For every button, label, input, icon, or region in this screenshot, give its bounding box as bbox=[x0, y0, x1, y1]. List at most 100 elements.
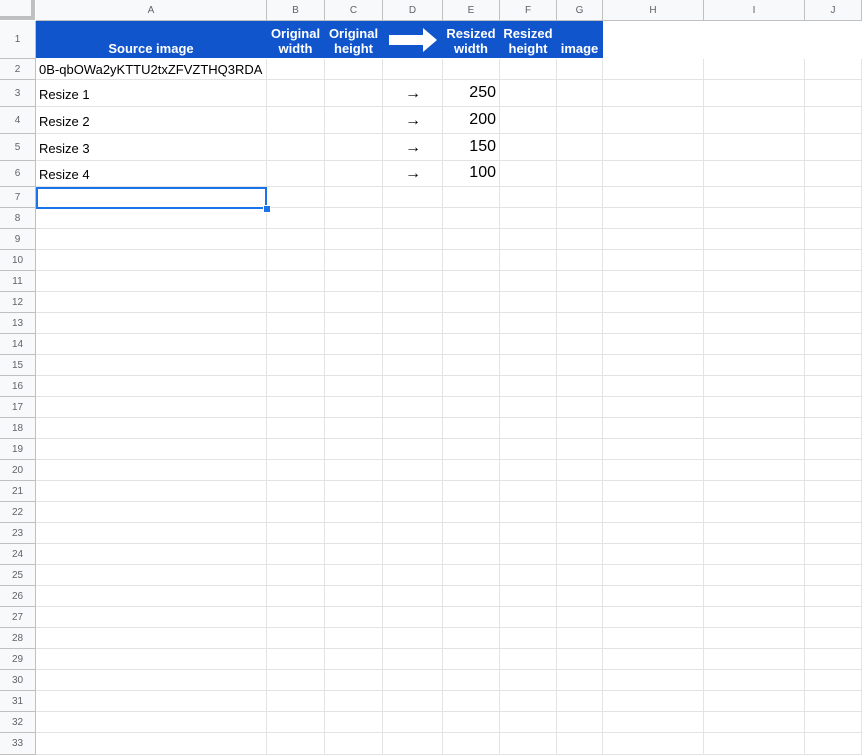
cell-c16[interactable] bbox=[325, 376, 383, 397]
cell-i5[interactable] bbox=[704, 134, 805, 161]
cell-a25[interactable] bbox=[36, 565, 267, 586]
cell-h22[interactable] bbox=[603, 502, 704, 523]
cell-a12[interactable] bbox=[36, 292, 267, 313]
cell-a30[interactable] bbox=[36, 670, 267, 691]
cell-i4[interactable] bbox=[704, 107, 805, 134]
cell-j18[interactable] bbox=[805, 418, 862, 439]
cell-i15[interactable] bbox=[704, 355, 805, 376]
cell-d24[interactable] bbox=[383, 544, 443, 565]
cell-j25[interactable] bbox=[805, 565, 862, 586]
cell-g23[interactable] bbox=[557, 523, 603, 544]
cell-c13[interactable] bbox=[325, 313, 383, 334]
cell-f31[interactable] bbox=[500, 691, 557, 712]
cell-a28[interactable] bbox=[36, 628, 267, 649]
cell-c3[interactable] bbox=[325, 80, 383, 107]
cell-d32[interactable] bbox=[383, 712, 443, 733]
column-header-j[interactable]: J bbox=[805, 0, 862, 21]
cell-i3[interactable] bbox=[704, 80, 805, 107]
cell-i24[interactable] bbox=[704, 544, 805, 565]
cell-d15[interactable] bbox=[383, 355, 443, 376]
cell-i26[interactable] bbox=[704, 586, 805, 607]
cell-f21[interactable] bbox=[500, 481, 557, 502]
row-header-13[interactable]: 13 bbox=[0, 313, 36, 334]
cell-h2[interactable] bbox=[603, 59, 704, 80]
cell-c7[interactable] bbox=[325, 187, 383, 208]
cell-b22[interactable] bbox=[267, 502, 325, 523]
row-header-10[interactable]: 10 bbox=[0, 250, 36, 271]
cell-c17[interactable] bbox=[325, 397, 383, 418]
cell-c9[interactable] bbox=[325, 229, 383, 250]
cell-j13[interactable] bbox=[805, 313, 862, 334]
cell-i7[interactable] bbox=[704, 187, 805, 208]
cell-b5[interactable] bbox=[267, 134, 325, 161]
cell-g19[interactable] bbox=[557, 439, 603, 460]
cell-j29[interactable] bbox=[805, 649, 862, 670]
cell-d20[interactable] bbox=[383, 460, 443, 481]
cell-i10[interactable] bbox=[704, 250, 805, 271]
cell-a14[interactable] bbox=[36, 334, 267, 355]
cell-g22[interactable] bbox=[557, 502, 603, 523]
cell-b29[interactable] bbox=[267, 649, 325, 670]
row-header-26[interactable]: 26 bbox=[0, 586, 36, 607]
cell-j33[interactable] bbox=[805, 733, 862, 755]
cell-b10[interactable] bbox=[267, 250, 325, 271]
cell-b30[interactable] bbox=[267, 670, 325, 691]
cell-a11[interactable] bbox=[36, 271, 267, 292]
cell-j14[interactable] bbox=[805, 334, 862, 355]
cell-a13[interactable] bbox=[36, 313, 267, 334]
cell-h14[interactable] bbox=[603, 334, 704, 355]
cell-b17[interactable] bbox=[267, 397, 325, 418]
cell-b12[interactable] bbox=[267, 292, 325, 313]
cell-a24[interactable] bbox=[36, 544, 267, 565]
cell-d31[interactable] bbox=[383, 691, 443, 712]
cell-i23[interactable] bbox=[704, 523, 805, 544]
cell-c6[interactable] bbox=[325, 161, 383, 187]
row-header-9[interactable]: 9 bbox=[0, 229, 36, 250]
cell-b6[interactable] bbox=[267, 161, 325, 187]
cell-d2[interactable] bbox=[383, 59, 443, 80]
cell-f5[interactable] bbox=[500, 134, 557, 161]
cell-a21[interactable] bbox=[36, 481, 267, 502]
cell-d9[interactable] bbox=[383, 229, 443, 250]
cell-e25[interactable] bbox=[443, 565, 500, 586]
cell-a22[interactable] bbox=[36, 502, 267, 523]
cell-b27[interactable] bbox=[267, 607, 325, 628]
fill-handle[interactable] bbox=[263, 205, 271, 213]
cell-f20[interactable] bbox=[500, 460, 557, 481]
row-header-6[interactable]: 6 bbox=[0, 161, 36, 187]
cell-h15[interactable] bbox=[603, 355, 704, 376]
cell-c33[interactable] bbox=[325, 733, 383, 755]
cell-h29[interactable] bbox=[603, 649, 704, 670]
cell-i18[interactable] bbox=[704, 418, 805, 439]
cell-f25[interactable] bbox=[500, 565, 557, 586]
cell-j22[interactable] bbox=[805, 502, 862, 523]
column-header-b[interactable]: B bbox=[267, 0, 325, 21]
cell-h23[interactable] bbox=[603, 523, 704, 544]
cell-j10[interactable] bbox=[805, 250, 862, 271]
cell-i22[interactable] bbox=[704, 502, 805, 523]
cell-g31[interactable] bbox=[557, 691, 603, 712]
cell-c20[interactable] bbox=[325, 460, 383, 481]
cell-f2[interactable] bbox=[500, 59, 557, 80]
cell-h9[interactable] bbox=[603, 229, 704, 250]
cell-d16[interactable] bbox=[383, 376, 443, 397]
cell-e12[interactable] bbox=[443, 292, 500, 313]
cell-e10[interactable] bbox=[443, 250, 500, 271]
row-header-15[interactable]: 15 bbox=[0, 355, 36, 376]
cell-b31[interactable] bbox=[267, 691, 325, 712]
cell-h31[interactable] bbox=[603, 691, 704, 712]
cell-e17[interactable] bbox=[443, 397, 500, 418]
cell-e16[interactable] bbox=[443, 376, 500, 397]
cell-f16[interactable] bbox=[500, 376, 557, 397]
cell-f30[interactable] bbox=[500, 670, 557, 691]
header-cell-a[interactable]: Source image bbox=[36, 21, 267, 58]
row-header-11[interactable]: 11 bbox=[0, 271, 36, 292]
cell-b13[interactable] bbox=[267, 313, 325, 334]
cell-e33[interactable] bbox=[443, 733, 500, 755]
row-header-12[interactable]: 12 bbox=[0, 292, 36, 313]
cell-d28[interactable] bbox=[383, 628, 443, 649]
cell-e31[interactable] bbox=[443, 691, 500, 712]
cell-i31[interactable] bbox=[704, 691, 805, 712]
cell-i25[interactable] bbox=[704, 565, 805, 586]
cell-a20[interactable] bbox=[36, 460, 267, 481]
